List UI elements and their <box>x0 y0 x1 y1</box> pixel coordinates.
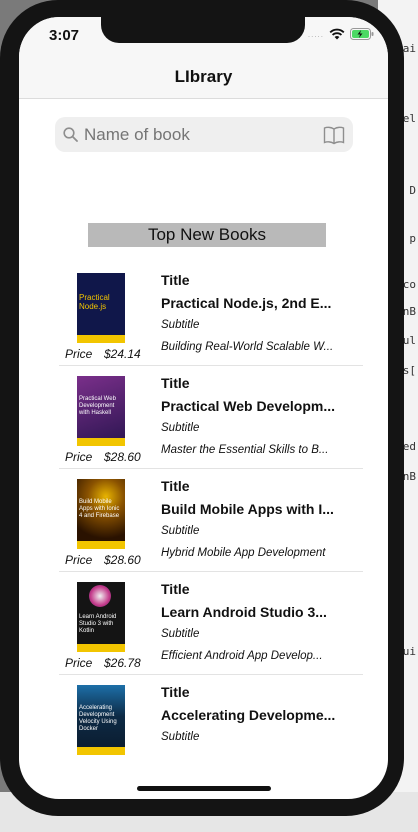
book-cover: Practical Node.js <box>77 273 125 343</box>
title-label: Title <box>161 272 190 288</box>
title-label: Title <box>161 375 190 391</box>
title-label: Title <box>161 684 190 700</box>
book-title: Learn Android Studio 3... <box>161 604 327 620</box>
book-cover: Accelerating Development Velocity Using … <box>77 685 125 755</box>
signal-icon: ..... <box>307 29 324 39</box>
device-notch <box>101 17 305 43</box>
subtitle-label: Subtitle <box>161 628 200 640</box>
book-subtitle: Building Real-World Scalable W... <box>161 341 334 353</box>
book-subtitle: Efficient Android App Develop... <box>161 650 323 662</box>
book-cover: Practical Web Development with Haskell <box>77 376 125 446</box>
battery-charging-icon <box>350 28 374 40</box>
book-cover: Build Mobile Apps with Ionic 4 and Fireb… <box>77 479 125 549</box>
price-value: $28.60 <box>104 553 141 567</box>
app-screen: LIbrary 3:07 ..... Top New Books <box>19 17 388 799</box>
subtitle-label: Subtitle <box>161 422 200 434</box>
subtitle-label: Subtitle <box>161 319 200 331</box>
list-item[interactable]: Build Mobile Apps with Ionic 4 and Fireb… <box>59 469 363 572</box>
book-subtitle: Master the Essential Skills to B... <box>161 444 329 456</box>
title-label: Title <box>161 581 190 597</box>
book-icon[interactable] <box>323 125 345 145</box>
price-label: Price <box>65 450 93 464</box>
section-header: Top New Books <box>88 223 326 247</box>
book-title: Build Mobile Apps with I... <box>161 501 334 517</box>
search-input[interactable] <box>84 124 323 145</box>
price-value: $24.14 <box>104 347 141 361</box>
subtitle-label: Subtitle <box>161 731 200 743</box>
search-icon <box>63 127 79 143</box>
list-item[interactable]: Learn Android Studio 3 with Kotlin Price… <box>59 572 363 675</box>
price-value: $28.60 <box>104 450 141 464</box>
title-label: Title <box>161 478 190 494</box>
book-cover: Learn Android Studio 3 with Kotlin <box>77 582 125 652</box>
price-value: $26.78 <box>104 656 141 670</box>
wifi-icon <box>329 28 345 40</box>
price-label: Price <box>65 347 93 361</box>
book-subtitle: Hybrid Mobile App Development <box>161 547 326 559</box>
status-icons: ..... <box>308 28 374 40</box>
book-title: Practical Web Developm... <box>161 398 336 414</box>
search-bar[interactable] <box>55 117 353 152</box>
list-item[interactable]: Accelerating Development Velocity Using … <box>59 675 363 778</box>
price-label: Price <box>65 656 93 670</box>
list-item[interactable]: Practical Node.js Price $24.14 Title Pra… <box>59 263 363 366</box>
phone-frame: LIbrary 3:07 ..... Top New Books <box>0 0 404 816</box>
list-item[interactable]: Practical Web Development with Haskell P… <box>59 366 363 469</box>
book-title: Practical Node.js, 2nd E... <box>161 295 332 311</box>
home-indicator[interactable] <box>137 786 271 791</box>
price-label: Price <box>65 553 93 567</box>
subtitle-label: Subtitle <box>161 525 200 537</box>
book-list: Practical Node.js Price $24.14 Title Pra… <box>59 263 363 778</box>
page-title: LIbrary <box>174 67 233 86</box>
book-title: Accelerating Developme... <box>161 707 336 723</box>
status-time: 3:07 <box>49 27 80 44</box>
